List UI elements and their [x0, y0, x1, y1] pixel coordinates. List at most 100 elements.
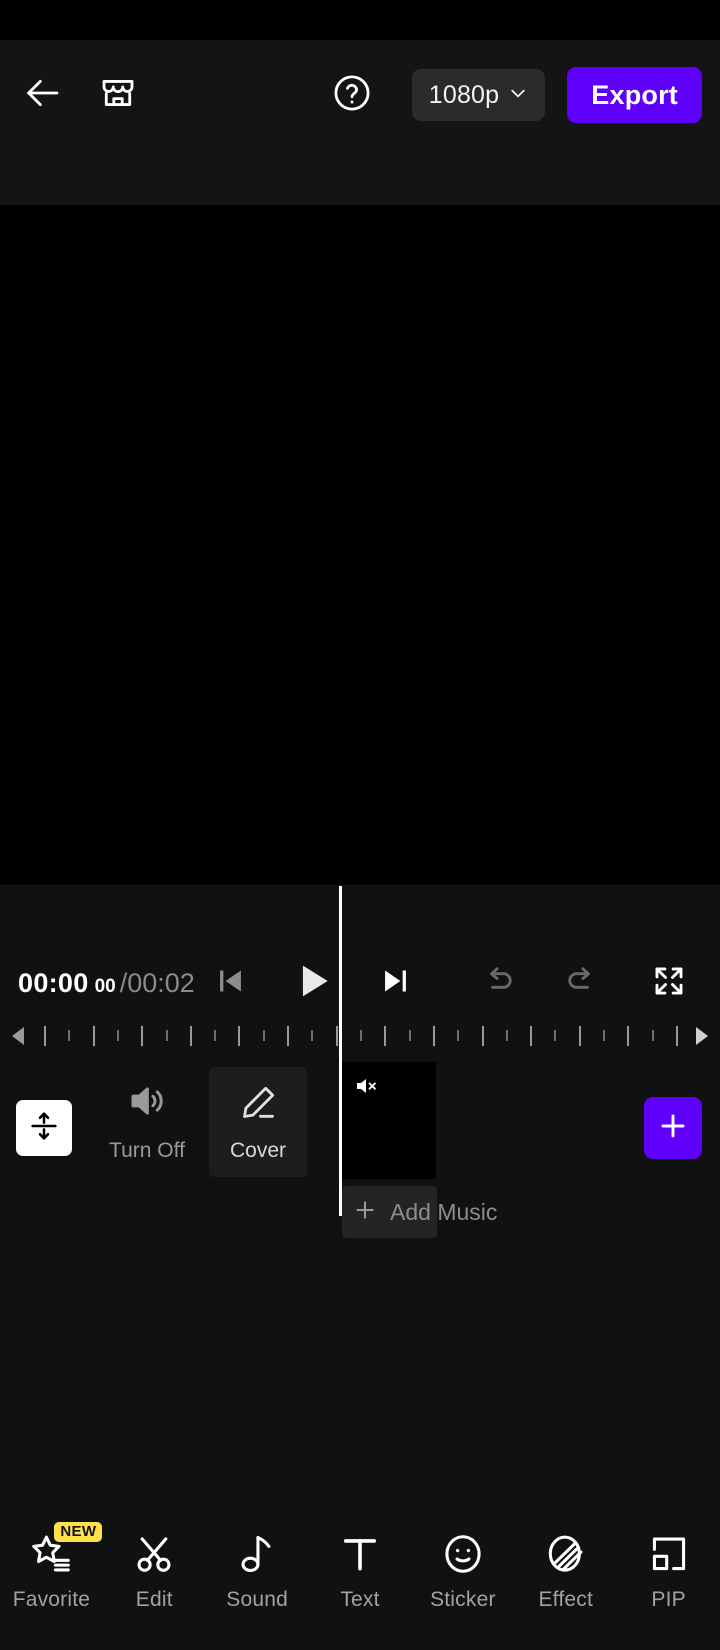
vertical-resize-icon [27, 1109, 61, 1148]
next-frame-button[interactable] [366, 954, 424, 1012]
storefront-icon [97, 72, 139, 119]
ruler-tick [287, 1026, 290, 1046]
music-note-icon [234, 1528, 280, 1580]
ruler-tick [189, 1026, 192, 1046]
timecode-display: 00:00 00 /00:02 [18, 968, 195, 999]
current-time: 00:00 [18, 967, 89, 998]
effect-swirl-icon [543, 1528, 589, 1580]
nav-item-text[interactable]: Text [309, 1510, 412, 1612]
nav-item-favorite[interactable]: NEW Favorite [0, 1510, 103, 1612]
cover-button-label: Cover [229, 1138, 287, 1162]
ruler-tick [530, 1026, 533, 1046]
ruler-tick [262, 1030, 265, 1041]
plus-icon [352, 1197, 378, 1228]
top-bar: 1080p Export [0, 40, 720, 205]
scissors-icon [131, 1528, 177, 1580]
playback-control-row: 00:00 00 /00:02 [0, 953, 720, 1013]
plus-icon [657, 1110, 689, 1147]
ruler-tick [68, 1030, 71, 1041]
back-button[interactable] [18, 71, 66, 119]
skip-previous-icon [214, 964, 248, 1003]
total-time: /00:02 [119, 967, 195, 998]
fullscreen-icon [650, 962, 688, 1005]
add-clip-button[interactable] [644, 1097, 702, 1159]
resolution-label: 1080p [428, 80, 500, 109]
ruler-tick [141, 1026, 144, 1046]
export-button-label: Export [591, 79, 678, 110]
new-badge-label: NEW [60, 1523, 97, 1540]
volume-on-icon [126, 1080, 168, 1127]
arrow-left-icon [22, 73, 62, 118]
nav-label-favorite: Favorite [12, 1588, 91, 1611]
add-music-label: Add Music [390, 1198, 498, 1225]
ruler-tick [651, 1030, 654, 1041]
resolution-selector[interactable]: 1080p [411, 69, 546, 121]
nav-item-edit[interactable]: Edit [103, 1510, 206, 1612]
add-music-button[interactable]: Add Music [352, 1186, 497, 1238]
track-resize-button[interactable] [16, 1100, 72, 1156]
nav-label-sound: Sound [226, 1588, 289, 1611]
previous-frame-button[interactable] [202, 954, 260, 1012]
skip-next-icon [378, 964, 412, 1003]
ruler-tick [360, 1030, 362, 1041]
ruler-tick [384, 1026, 387, 1046]
nav-item-effect[interactable]: Effect [514, 1510, 617, 1612]
ruler-tick [116, 1030, 119, 1041]
undo-icon [480, 962, 518, 1005]
nav-label-edit: Edit [135, 1588, 173, 1611]
nav-item-sticker[interactable]: Sticker [411, 1510, 514, 1612]
ruler-tick [165, 1030, 168, 1041]
play-button[interactable] [284, 954, 342, 1012]
video-clip-thumbnail[interactable] [342, 1062, 436, 1179]
ruler-tick [554, 1030, 557, 1041]
pencil-icon [237, 1082, 279, 1129]
nav-label-text: Text [340, 1588, 380, 1611]
ruler-tick [44, 1026, 46, 1046]
ruler-tick [603, 1030, 606, 1041]
help-circle-icon [331, 72, 373, 119]
smiley-face-icon [440, 1528, 486, 1580]
ruler-tick [505, 1030, 508, 1041]
ruler-tick [578, 1026, 581, 1046]
help-button[interactable] [328, 71, 376, 119]
cover-button[interactable]: Cover [209, 1067, 307, 1177]
status-bar [0, 0, 720, 40]
export-button[interactable]: Export [567, 67, 702, 123]
ruler-tick [432, 1026, 435, 1046]
scroll-left-arrow-icon[interactable] [10, 1025, 30, 1052]
redo-icon [562, 962, 600, 1005]
redo-button[interactable] [552, 954, 610, 1012]
timeline-ruler[interactable] [0, 1013, 720, 1059]
ruler-tick [627, 1026, 630, 1046]
ruler-tick [92, 1026, 95, 1046]
star-list-icon: NEW [28, 1522, 103, 1580]
volume-toggle-button[interactable]: Turn Off [104, 1080, 190, 1163]
undo-button[interactable] [470, 954, 528, 1012]
text-t-icon [337, 1528, 383, 1580]
ruler-tick [408, 1030, 411, 1041]
nav-item-pip[interactable]: PIP [617, 1510, 720, 1612]
play-icon [291, 959, 335, 1008]
nav-label-sticker: Sticker [430, 1588, 496, 1611]
chevron-down-icon [508, 83, 528, 108]
template-shop-button[interactable] [94, 71, 142, 119]
ruler-tick [214, 1030, 217, 1041]
bottom-toolbar: NEW Favorite Edit Sound Text Sticker Eff… [0, 1510, 720, 1650]
fullscreen-button[interactable] [640, 954, 698, 1012]
ruler-tick [481, 1026, 484, 1046]
scroll-right-arrow-icon[interactable] [690, 1025, 710, 1052]
nav-label-pip: PIP [651, 1588, 686, 1611]
nav-item-sound[interactable]: Sound [206, 1510, 309, 1612]
nav-label-effect: Effect [538, 1588, 593, 1611]
volume-toggle-label: Turn Off [109, 1139, 185, 1162]
playhead-indicator[interactable] [339, 886, 342, 1216]
ruler-tick [335, 1026, 338, 1046]
picture-in-picture-icon [646, 1528, 692, 1580]
ruler-tick [311, 1030, 314, 1041]
timeline-track-zone: Turn Off Cover Add Music [0, 1062, 720, 1305]
new-badge: NEW [54, 1522, 103, 1542]
ruler-tick [457, 1030, 460, 1041]
current-frames: 00 [94, 975, 116, 997]
volume-muted-icon [354, 1074, 382, 1098]
video-preview-canvas[interactable] [0, 205, 720, 885]
